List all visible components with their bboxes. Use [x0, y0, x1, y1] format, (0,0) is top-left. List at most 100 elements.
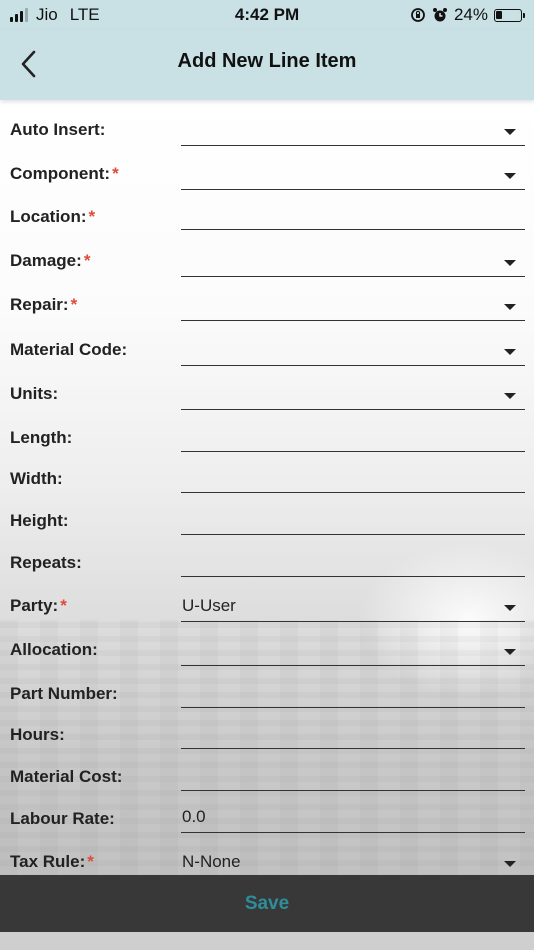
battery-level: [496, 10, 502, 19]
required-marker: *: [88, 207, 96, 226]
page-title: Add New Line Item: [177, 50, 357, 72]
hours-label: Hours:: [10, 725, 65, 745]
form-row-allocation: Allocation:: [0, 636, 534, 680]
battery-icon: [494, 8, 525, 22]
allocation-label: Allocation:: [10, 640, 98, 660]
repair-dropdown[interactable]: [181, 291, 525, 321]
caret-down-icon: [504, 649, 516, 655]
form-row-repeats: Repeats:: [0, 549, 534, 593]
save-button[interactable]: Save: [0, 875, 534, 932]
auto-insert-label-text: Auto Insert:: [10, 120, 106, 139]
form-row-material-cost: Material Cost:: [0, 763, 534, 807]
form-row-material-code: Material Code:: [0, 336, 534, 380]
bottom-strip: [0, 932, 534, 950]
damage-dropdown[interactable]: [181, 247, 525, 277]
part-number-label: Part Number:: [10, 684, 118, 704]
required-marker: *: [70, 295, 78, 314]
form-row-auto-insert: Auto Insert:: [0, 116, 534, 160]
nav-bar: Add New Line Item: [0, 30, 534, 100]
height-input[interactable]: [181, 505, 525, 535]
length-label-text: Length:: [10, 428, 73, 447]
form-row-damage: Damage: *: [0, 247, 534, 291]
form-row-component: Component: *: [0, 160, 534, 204]
labour-rate-label: Labour Rate:: [10, 809, 115, 829]
form-row-length: Length:: [0, 424, 534, 468]
caret-down-icon: [504, 349, 516, 355]
labour-rate-input[interactable]: 0.0: [181, 803, 525, 833]
repair-label-text: Repair:: [10, 295, 69, 314]
form-row-location: Location: *: [0, 203, 534, 247]
units-label: Units:: [10, 384, 58, 404]
component-dropdown[interactable]: [181, 160, 525, 190]
party-label: Party: *: [10, 596, 67, 616]
repair-label: Repair: *: [10, 295, 77, 315]
part-number-input[interactable]: [181, 678, 525, 708]
party-dropdown[interactable]: U-User: [181, 592, 525, 622]
width-label: Width:: [10, 469, 63, 489]
tax-rule-value: N-None: [182, 852, 241, 871]
location-label-text: Location:: [10, 207, 87, 226]
rotation-lock-icon: [411, 8, 425, 22]
material-cost-label: Material Cost:: [10, 767, 122, 787]
caret-down-icon: [504, 260, 516, 266]
form-row-party: Party: * U-User: [0, 592, 534, 636]
component-label-text: Component:: [10, 164, 111, 183]
party-value: U-User: [182, 596, 236, 615]
required-marker: *: [87, 852, 94, 871]
hours-label-text: Hours:: [10, 725, 65, 744]
labour-rate-label-text: Labour Rate:: [10, 809, 115, 828]
units-dropdown[interactable]: [181, 380, 525, 410]
damage-label-text: Damage:: [10, 251, 82, 270]
material-code-dropdown[interactable]: [181, 336, 525, 366]
status-right: 24%: [410, 5, 525, 25]
width-input[interactable]: [181, 463, 525, 493]
units-label-text: Units:: [10, 384, 59, 403]
form-row-repair: Repair: *: [0, 291, 534, 335]
material-code-label: Material Code:: [10, 340, 127, 360]
caret-down-icon: [504, 173, 516, 179]
repeats-label: Repeats:: [10, 553, 82, 573]
status-bar: Jio LTE 4:42 PM 24%: [0, 0, 534, 30]
height-label-text: Height:: [10, 511, 69, 530]
tax-rule-dropdown[interactable]: N-None: [181, 848, 525, 878]
part-number-label-text: Part Number:: [10, 684, 118, 703]
caret-down-icon: [504, 393, 516, 399]
form-row-part-number: Part Number:: [0, 680, 534, 724]
material-cost-label-text: Material Cost:: [10, 767, 123, 786]
allocation-label-text: Allocation:: [10, 640, 98, 659]
repeats-label-text: Repeats:: [10, 553, 82, 572]
required-marker: *: [83, 251, 91, 270]
material-code-label-text: Material Code:: [10, 340, 128, 359]
form-row-hours: Hours:: [0, 721, 534, 765]
form-row-width: Width:: [0, 465, 534, 509]
caret-down-icon: [504, 304, 516, 310]
auto-insert-label: Auto Insert:: [10, 120, 105, 140]
labour-rate-value: 0.0: [182, 807, 206, 826]
save-label: Save: [244, 892, 290, 914]
required-marker: *: [60, 596, 67, 615]
damage-label: Damage: *: [10, 251, 90, 271]
component-label: Component: *: [10, 164, 119, 184]
location-label: Location: *: [10, 207, 95, 227]
caret-down-icon: [504, 861, 516, 867]
location-input[interactable]: [181, 200, 525, 230]
form-row-units: Units:: [0, 380, 534, 424]
tax-rule-label-text: Tax Rule:: [10, 852, 86, 871]
repeats-input[interactable]: [181, 547, 525, 577]
width-label-text: Width:: [10, 469, 63, 488]
material-cost-input[interactable]: [181, 761, 525, 791]
required-marker: *: [112, 164, 119, 183]
form-row-labour-rate: Labour Rate: 0.0: [0, 805, 534, 849]
length-input[interactable]: [181, 422, 525, 452]
battery-percent: 24%: [453, 5, 488, 24]
tax-rule-label: Tax Rule: *: [10, 852, 94, 872]
hours-input[interactable]: [181, 719, 525, 749]
caret-down-icon: [504, 605, 516, 611]
auto-insert-dropdown[interactable]: [181, 116, 525, 146]
allocation-dropdown[interactable]: [181, 636, 525, 666]
alarm-icon: [432, 8, 447, 22]
form-row-height: Height:: [0, 507, 534, 551]
height-label: Height:: [10, 511, 69, 531]
party-label-text: Party:: [10, 596, 59, 615]
length-label: Length:: [10, 428, 72, 448]
